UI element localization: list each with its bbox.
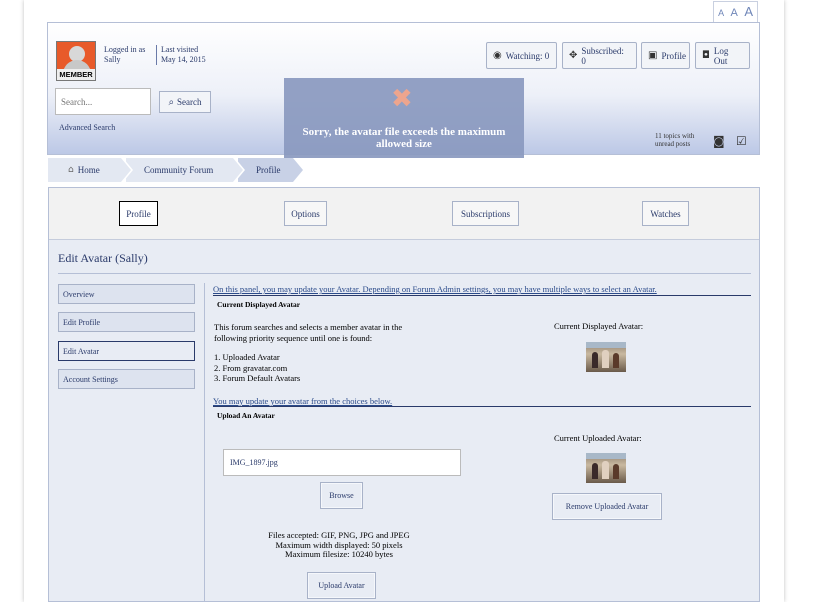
avatar[interactable]: MEMBER bbox=[56, 41, 96, 81]
breadcrumb-community-forum[interactable]: Community Forum bbox=[126, 158, 245, 182]
lock-icon: ◘ bbox=[702, 50, 710, 61]
upload-requirements: Files accepted: GIF, PNG, JPG and JPEG M… bbox=[239, 530, 439, 560]
last-visited-info: Last visited May 14, 2015 bbox=[156, 45, 206, 65]
font-medium-button[interactable]: A bbox=[731, 7, 738, 19]
logged-in-label: Logged in as bbox=[104, 45, 146, 54]
choices-intro-text: You may update your avatar from the choi… bbox=[213, 396, 751, 407]
sidebar-item-account-settings[interactable]: Account Settings bbox=[58, 369, 195, 389]
priority-desc-line-1: This forum searches and selects a member… bbox=[214, 322, 403, 332]
avatar-file-field[interactable]: IMG_1897.jpg bbox=[223, 449, 461, 476]
move-arrows-icon: ✥ bbox=[569, 50, 578, 61]
priority-list: 1. Uploaded Avatar 2. From gravatar.com … bbox=[214, 352, 300, 384]
tab-options[interactable]: Options bbox=[284, 201, 327, 226]
sidebar-item-edit-profile[interactable]: Edit Profile bbox=[58, 312, 195, 332]
priority-item: 2. From gravatar.com bbox=[214, 362, 288, 373]
title-divider bbox=[58, 273, 751, 274]
logout-button[interactable]: ◘ Log Out bbox=[695, 42, 750, 69]
subscribed-label: Subscribed: 0 bbox=[581, 45, 624, 66]
font-large-button[interactable]: A bbox=[744, 4, 753, 19]
breadcrumb-profile[interactable]: Profile bbox=[238, 158, 305, 182]
profile-card-icon: ▣ bbox=[648, 50, 658, 61]
error-toast: ✖ Sorry, the avatar file exceeds the max… bbox=[284, 78, 524, 158]
tab-profile[interactable]: Profile bbox=[119, 201, 158, 226]
profile-tabs: Profile Options Subscriptions Watches bbox=[49, 188, 759, 240]
priority-item: 3. Forum Default Avatars bbox=[214, 373, 301, 383]
tab-subscriptions[interactable]: Subscriptions bbox=[452, 201, 519, 226]
panel-intro-text: On this panel, you may update your Avata… bbox=[213, 284, 751, 296]
upload-section-title: Upload An Avatar bbox=[217, 411, 275, 420]
breadcrumb-home[interactable]: ⌂ Home bbox=[48, 158, 133, 182]
priority-desc-line-2: following priority sequence until one is… bbox=[214, 332, 373, 343]
eye-icon: ◉ bbox=[493, 50, 502, 61]
current-displayed-avatar-image bbox=[586, 342, 626, 372]
last-visited-date: May 14, 2015 bbox=[161, 55, 206, 64]
search-button-label: Search bbox=[177, 97, 202, 107]
upload-avatar-button[interactable]: Upload Avatar bbox=[307, 572, 376, 599]
profile-content: Profile Options Subscriptions Watches Ed… bbox=[48, 187, 760, 602]
sidebar-item-edit-avatar[interactable]: Edit Avatar bbox=[58, 341, 195, 361]
last-visited-label: Last visited bbox=[161, 45, 199, 54]
font-size-selector: A A A bbox=[713, 1, 758, 23]
browse-button[interactable]: Browse bbox=[320, 482, 363, 509]
unread-line-2: unread posts bbox=[655, 140, 691, 148]
watching-label: Watching: 0 bbox=[505, 50, 550, 61]
tab-watches[interactable]: Watches bbox=[642, 201, 689, 226]
profile-label: Profile bbox=[661, 50, 686, 61]
subscribed-button[interactable]: ✥ Subscribed: 0 bbox=[562, 42, 637, 69]
home-icon: ⌂ bbox=[68, 165, 74, 175]
chat-bubbles-icon[interactable]: ◙ bbox=[713, 134, 725, 148]
current-avatar-section-title: Current Displayed Avatar bbox=[217, 300, 301, 309]
remove-uploaded-avatar-button[interactable]: Remove Uploaded Avatar bbox=[552, 493, 662, 520]
search-input[interactable] bbox=[55, 88, 151, 115]
search-icon: ⌕ bbox=[168, 96, 175, 108]
error-x-icon: ✖ bbox=[391, 84, 413, 114]
forum-page: A A A MEMBER Logged in as Sally Last vis… bbox=[24, 0, 784, 602]
profile-button[interactable]: ▣ Profile bbox=[641, 42, 690, 69]
search-button[interactable]: ⌕ Search bbox=[159, 91, 211, 113]
max-filesize-info: Maximum filesize: 10240 bytes bbox=[285, 549, 393, 559]
logout-label: Log Out bbox=[713, 45, 729, 66]
unread-topics-info[interactable]: 11 topics with unread posts bbox=[655, 132, 694, 148]
sidebar-item-overview[interactable]: Overview bbox=[58, 284, 195, 304]
unread-line-1: 11 topics with bbox=[655, 132, 695, 140]
avatar-member-tag: MEMBER bbox=[57, 69, 95, 80]
mark-read-icon[interactable]: ☑ bbox=[736, 134, 747, 148]
current-displayed-avatar-label: Current Displayed Avatar: bbox=[554, 321, 644, 331]
font-small-button[interactable]: A bbox=[718, 8, 724, 18]
breadcrumb-home-label: Home bbox=[77, 165, 100, 175]
current-uploaded-avatar-label: Current Uploaded Avatar: bbox=[554, 433, 642, 443]
current-uploaded-avatar-image bbox=[586, 453, 626, 483]
login-info: Logged in as Sally bbox=[104, 45, 145, 65]
username[interactable]: Sally bbox=[104, 55, 145, 65]
error-toast-message: Sorry, the avatar file exceeds the maxim… bbox=[302, 126, 506, 150]
avatar-priority-description: This forum searches and selects a member… bbox=[214, 322, 402, 343]
advanced-search-link[interactable]: Advanced Search bbox=[59, 123, 115, 132]
watching-button[interactable]: ◉ Watching: 0 bbox=[486, 42, 557, 69]
page-title: Edit Avatar (Sally) bbox=[58, 251, 148, 265]
priority-item: 1. Uploaded Avatar bbox=[214, 352, 280, 362]
sidebar-divider bbox=[204, 283, 205, 602]
